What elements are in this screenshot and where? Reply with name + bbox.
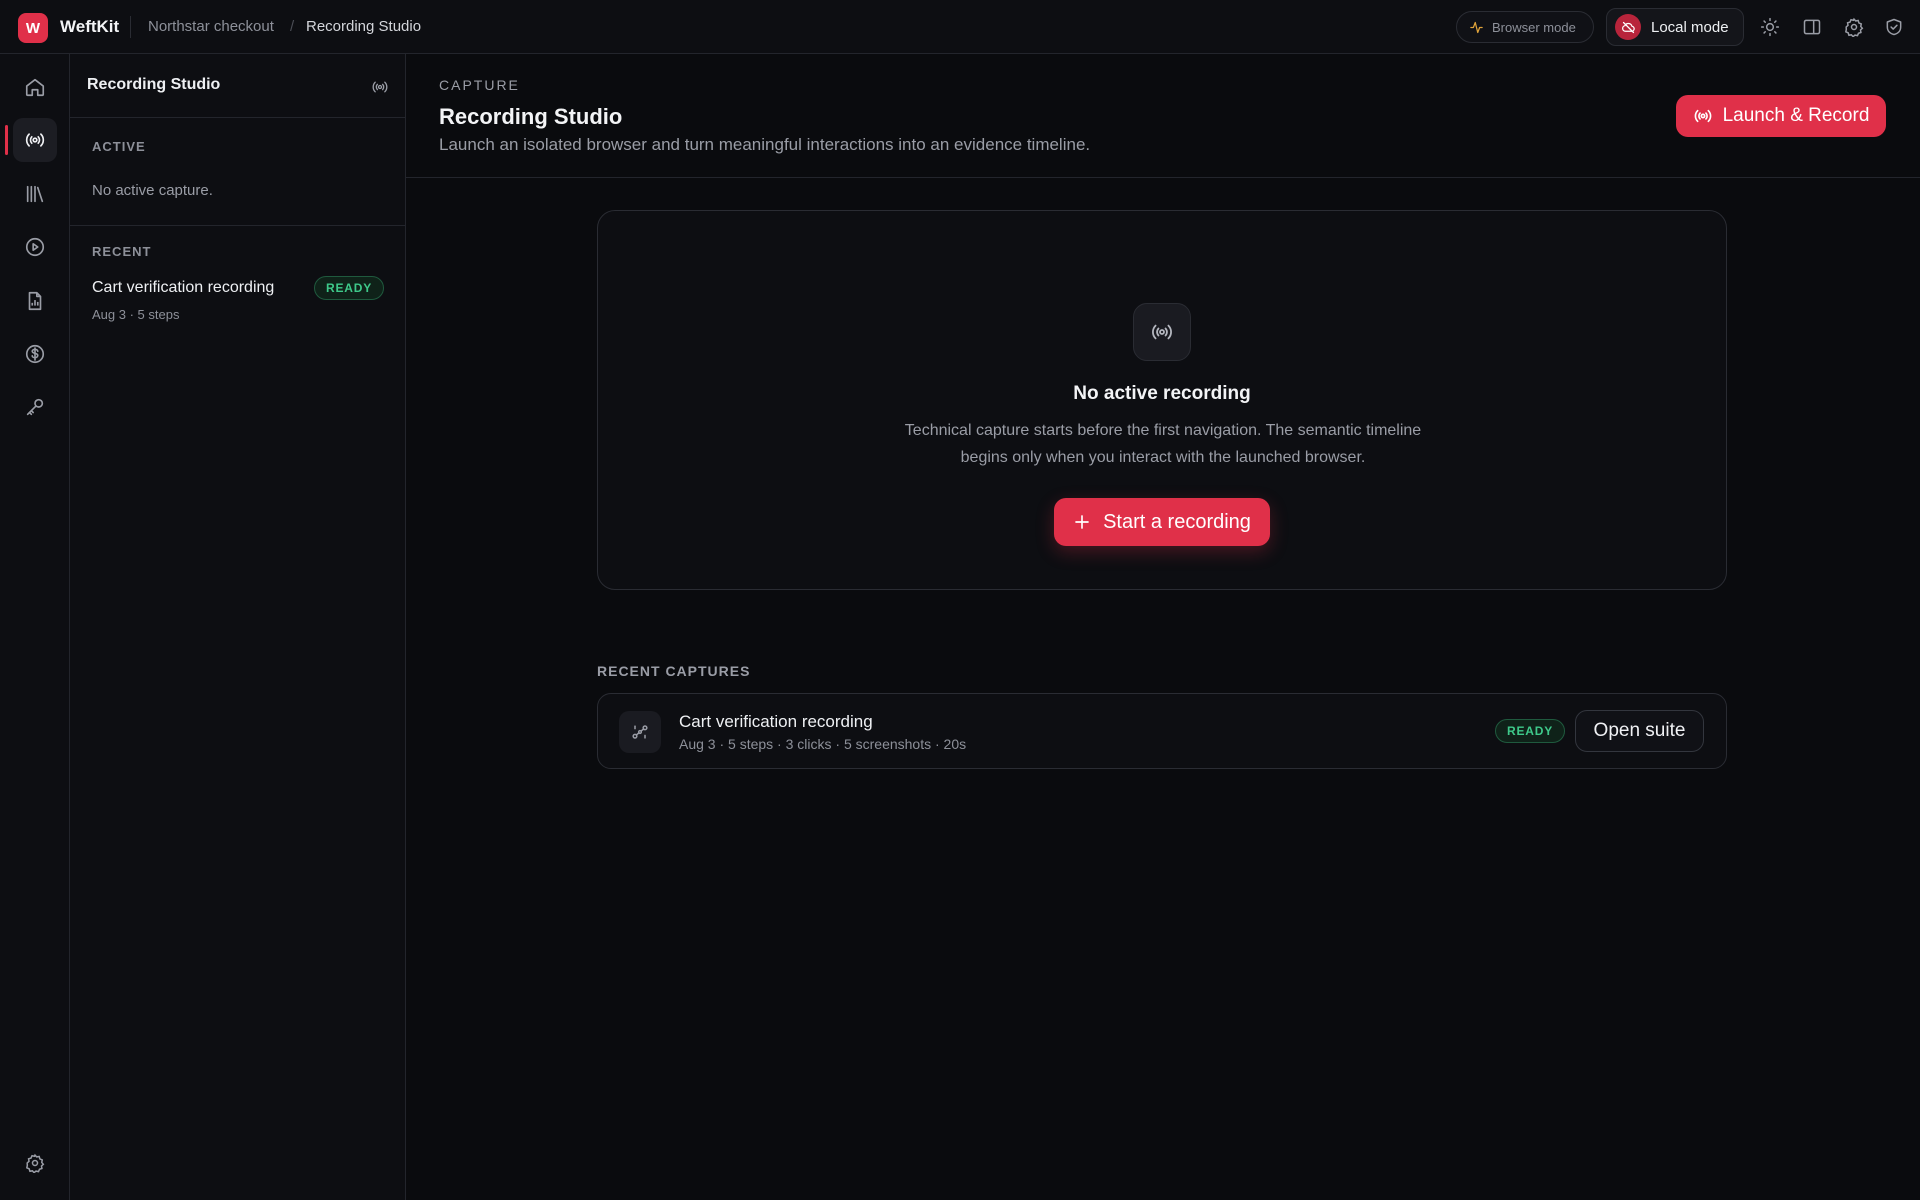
breadcrumb-separator: / — [290, 18, 295, 35]
start-recording-button[interactable]: Start a recording — [1054, 498, 1270, 546]
breadcrumb-current: Recording Studio — [306, 18, 422, 35]
active-indicator — [5, 125, 8, 155]
launch-record-label: Launch & Record — [1722, 105, 1870, 126]
page-description: Launch an isolated browser and turn mean… — [439, 135, 1091, 154]
divider — [130, 16, 131, 38]
sidebar-title: Recording Studio — [87, 76, 221, 93]
start-recording-label: Start a recording — [1103, 510, 1251, 533]
browser-mode-button[interactable]: Browser mode — [1456, 11, 1594, 43]
recent-label: RECENT — [92, 244, 152, 259]
capture-meta: Aug 3 · 5 steps · 3 clicks · 5 screensho… — [679, 736, 967, 752]
local-mode-button[interactable]: Local mode — [1606, 8, 1744, 46]
recording-sidebar: Recording Studio ACTIVE No active captur… — [70, 54, 406, 1200]
report-icon[interactable] — [13, 279, 57, 323]
browser-mode-label: Browser mode — [1492, 19, 1576, 35]
empty-state-card: No active recording Technical capture st… — [597, 210, 1727, 590]
sun-icon[interactable] — [1760, 17, 1780, 37]
list-item[interactable]: Cart verification recording Aug 3 · 5 st… — [70, 272, 405, 332]
settings-icon[interactable] — [13, 1141, 57, 1185]
shield-icon[interactable] — [1884, 17, 1904, 37]
broadcast-icon — [1133, 303, 1191, 361]
broadcast-icon[interactable] — [13, 118, 57, 162]
recent-item-meta: Aug 3 · 5 steps — [92, 307, 180, 322]
gear-icon[interactable] — [1844, 17, 1864, 37]
panel-icon[interactable] — [1802, 17, 1822, 37]
local-mode-label: Local mode — [1651, 18, 1729, 36]
recent-section: RECENT Cart verification recording Aug 3… — [70, 226, 405, 346]
app-name: WeftKit — [60, 17, 120, 36]
broadcast-icon — [371, 78, 389, 96]
top-bar: W WeftKit Northstar checkout / Recording… — [0, 0, 1920, 54]
key-icon[interactable] — [13, 385, 57, 429]
status-badge: READY — [1495, 719, 1566, 743]
workflow-icon — [619, 711, 661, 753]
recent-captures-label: RECENT CAPTURES — [597, 663, 751, 679]
empty-state-title: No active recording — [1073, 383, 1251, 404]
breadcrumb-project[interactable]: Northstar checkout — [148, 18, 274, 35]
launch-record-button[interactable]: Launch & Record — [1676, 95, 1886, 137]
main-content: CAPTURE Recording Studio Launch an isola… — [406, 54, 1920, 1200]
home-icon[interactable] — [13, 65, 57, 109]
app-logo[interactable]: W — [18, 13, 48, 43]
open-suite-button[interactable]: Open suite — [1575, 710, 1704, 752]
page-eyebrow: CAPTURE — [439, 77, 520, 93]
dollar-icon[interactable] — [13, 332, 57, 376]
page-header: CAPTURE Recording Studio Launch an isola… — [406, 54, 1920, 178]
sidebar-header: Recording Studio — [70, 54, 405, 118]
page-title: Recording Studio — [439, 104, 623, 129]
broadcast-icon — [1693, 106, 1713, 126]
library-icon[interactable] — [13, 172, 57, 216]
capture-title: Cart verification recording — [679, 712, 873, 731]
active-section: ACTIVE No active capture. — [70, 118, 405, 226]
activity-icon — [1469, 20, 1484, 35]
status-badge: READY — [314, 276, 385, 300]
nav-rail — [0, 54, 70, 1200]
recent-item-title: Cart verification recording — [92, 279, 275, 296]
cloud-off-icon — [1615, 14, 1641, 40]
empty-state-description: Technical capture starts before the firs… — [904, 422, 1422, 466]
plus-icon — [1073, 513, 1091, 531]
active-label: ACTIVE — [92, 139, 146, 154]
play-icon[interactable] — [13, 225, 57, 269]
active-empty-text: No active capture. — [92, 182, 213, 199]
table-row[interactable]: Cart verification recording Aug 3 · 5 st… — [597, 693, 1727, 769]
